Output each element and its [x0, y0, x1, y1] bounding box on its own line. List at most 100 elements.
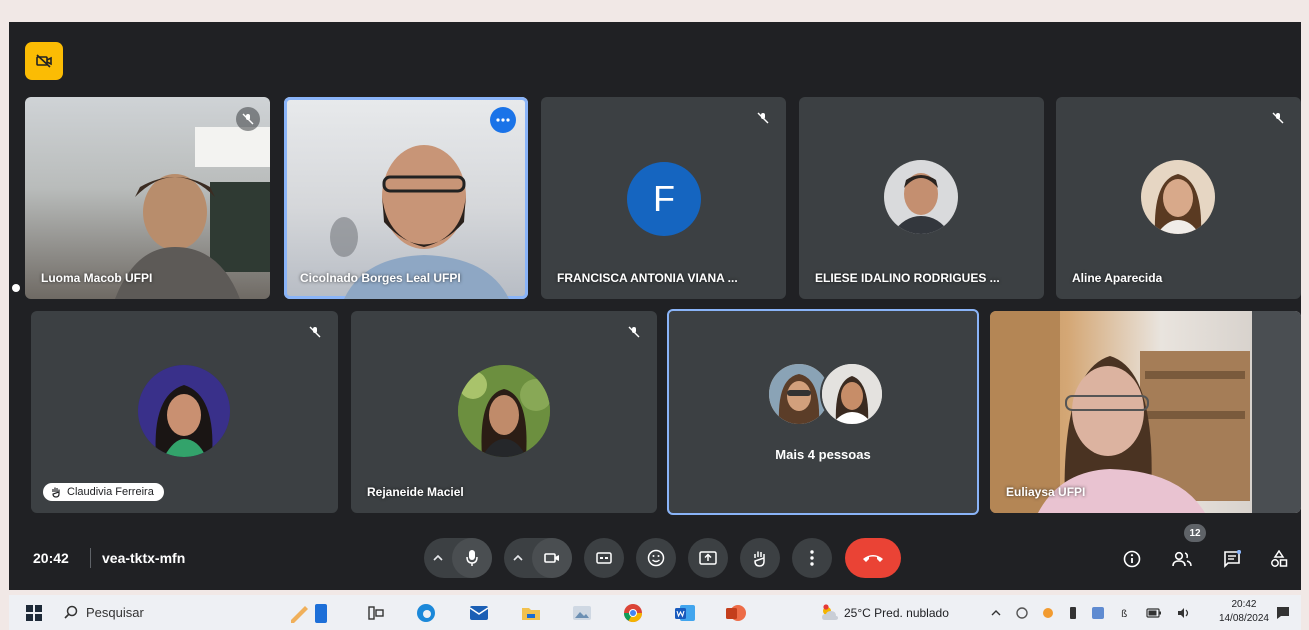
- widgets-button[interactable]: [287, 602, 331, 624]
- camera-off-badge[interactable]: [25, 42, 63, 80]
- reactions-button[interactable]: [636, 538, 676, 578]
- participant-name: Claudivia Ferreira: [67, 486, 154, 498]
- closed-captions-icon: [596, 552, 612, 564]
- participant-tile[interactable]: Aline Aparecida: [1056, 97, 1301, 299]
- divider: [90, 548, 91, 568]
- more-people-tile[interactable]: Mais 4 pessoas: [667, 309, 979, 515]
- end-call-icon: [863, 555, 883, 562]
- participant-name-chip: Claudivia Ferreira: [43, 483, 164, 501]
- microphone-button[interactable]: [452, 538, 492, 578]
- svg-text:ß: ß: [1121, 609, 1127, 619]
- microphone-control[interactable]: [424, 538, 492, 578]
- people-icon: [1172, 551, 1192, 567]
- audio-options-button[interactable]: [424, 538, 452, 578]
- leave-call-button[interactable]: [845, 538, 901, 578]
- word-icon: [675, 605, 695, 621]
- avatar-initial: F: [627, 162, 701, 236]
- participant-name: Cicolnado Borges Leal UFPI: [300, 271, 461, 285]
- mic-off-icon: [309, 326, 321, 338]
- mic-off-icon: [1272, 112, 1284, 124]
- camera-control[interactable]: [504, 538, 572, 578]
- chat-icon: [1224, 550, 1241, 568]
- people-button[interactable]: [1171, 548, 1193, 570]
- participant-name: Rejaneide Maciel: [367, 485, 464, 499]
- video-options-button[interactable]: [504, 538, 532, 578]
- weather-text: 25°C Pred. nublado: [844, 606, 949, 620]
- pencil-file-icon: [291, 604, 327, 623]
- file-explorer-app[interactable]: [519, 602, 543, 624]
- mic-off-icon: [628, 326, 640, 338]
- participant-count-badge: 12: [1184, 524, 1206, 542]
- start-button[interactable]: [23, 602, 45, 624]
- hand-icon: [52, 487, 60, 498]
- battery-icon: [1146, 608, 1162, 618]
- volume-icon: [1177, 608, 1189, 618]
- meeting-time: 20:42: [33, 550, 69, 566]
- weather-widget[interactable]: 25°C Pred. nublado: [819, 602, 979, 624]
- mic-off-icon: [757, 112, 769, 124]
- avatar: [138, 365, 230, 457]
- camera-button[interactable]: [532, 538, 572, 578]
- avatar-photo: [1154, 174, 1202, 234]
- video-camera-icon: [544, 553, 559, 563]
- present-screen-icon: [699, 551, 717, 565]
- more-vertical-icon: [810, 550, 814, 566]
- meeting-details-button[interactable]: [1121, 548, 1143, 570]
- powerpoint-app[interactable]: [723, 602, 749, 624]
- chevron-up-icon: [513, 555, 523, 561]
- participant-tile[interactable]: ELIESE IDALINO RODRIGUES ...: [799, 97, 1044, 299]
- taskbar-search[interactable]: Pesquisar: [64, 599, 259, 625]
- chrome-icon: [624, 604, 642, 623]
- participant-tile[interactable]: Euliaysa UFPI: [990, 311, 1301, 513]
- participant-tile[interactable]: Rejaneide Maciel: [351, 311, 657, 513]
- onedrive-icon: [1015, 607, 1028, 619]
- folder-icon: [522, 608, 540, 620]
- activities-button[interactable]: [1268, 548, 1290, 570]
- photos-app[interactable]: [570, 602, 594, 624]
- avatar: [820, 362, 884, 426]
- avatar: [1141, 160, 1215, 234]
- mic-off-indicator: [754, 109, 772, 127]
- edge-app[interactable]: [414, 602, 438, 624]
- mic-off-indicator: [625, 323, 643, 341]
- participant-tile-pinned[interactable]: Cicolnado Borges Leal UFPI: [284, 97, 528, 299]
- raise-hand-button[interactable]: [740, 538, 780, 578]
- tray-app-icon: [1092, 607, 1105, 619]
- mail-app[interactable]: [467, 602, 491, 624]
- hand-icon: [754, 551, 765, 567]
- notification-icon: [1277, 607, 1289, 619]
- participant-video: [115, 127, 270, 299]
- search-icon: [64, 605, 78, 619]
- avatar: [884, 160, 958, 234]
- chevron-up-icon: [433, 555, 443, 561]
- avatar: [458, 365, 550, 457]
- chrome-app[interactable]: [621, 602, 645, 624]
- weather-icon: [822, 604, 838, 620]
- meeting-controls-bar: 20:42 vea-tktx-mfn 12: [9, 524, 1301, 590]
- notifications-button[interactable]: [1273, 602, 1293, 624]
- participant-tile[interactable]: Luoma Macob UFPI: [25, 97, 270, 299]
- avatar-photo: [138, 365, 230, 457]
- mic-off-indicator: [306, 323, 324, 341]
- taskbar-clock[interactable]: 20:42 14/08/2024: [1219, 598, 1269, 626]
- clock-time: 20:42: [1231, 599, 1257, 610]
- more-horizontal-icon: [496, 118, 510, 122]
- shapes-icon: [1271, 550, 1288, 567]
- chat-button[interactable]: [1221, 548, 1243, 570]
- word-app[interactable]: [672, 602, 698, 624]
- task-view-button[interactable]: [366, 602, 386, 624]
- microphone-icon: [466, 550, 478, 566]
- captions-button[interactable]: [584, 538, 624, 578]
- more-options-button[interactable]: [792, 538, 832, 578]
- participant-video: [990, 311, 1301, 513]
- more-options-button[interactable]: [490, 107, 516, 133]
- windows-taskbar: Pesquisar 25°C Pred. nublado ß 20:42 14/…: [9, 595, 1301, 630]
- avatar-photo: [822, 364, 882, 424]
- chevron-up-icon: [991, 610, 1001, 616]
- mic-off-indicator: [236, 107, 260, 131]
- present-screen-button[interactable]: [688, 538, 728, 578]
- participant-tile[interactable]: Claudivia Ferreira: [31, 311, 338, 513]
- system-tray[interactable]: ß: [991, 602, 1191, 624]
- participant-tile[interactable]: F FRANCISCA ANTONIA VIANA ...: [541, 97, 786, 299]
- mic-off-icon: [242, 113, 254, 125]
